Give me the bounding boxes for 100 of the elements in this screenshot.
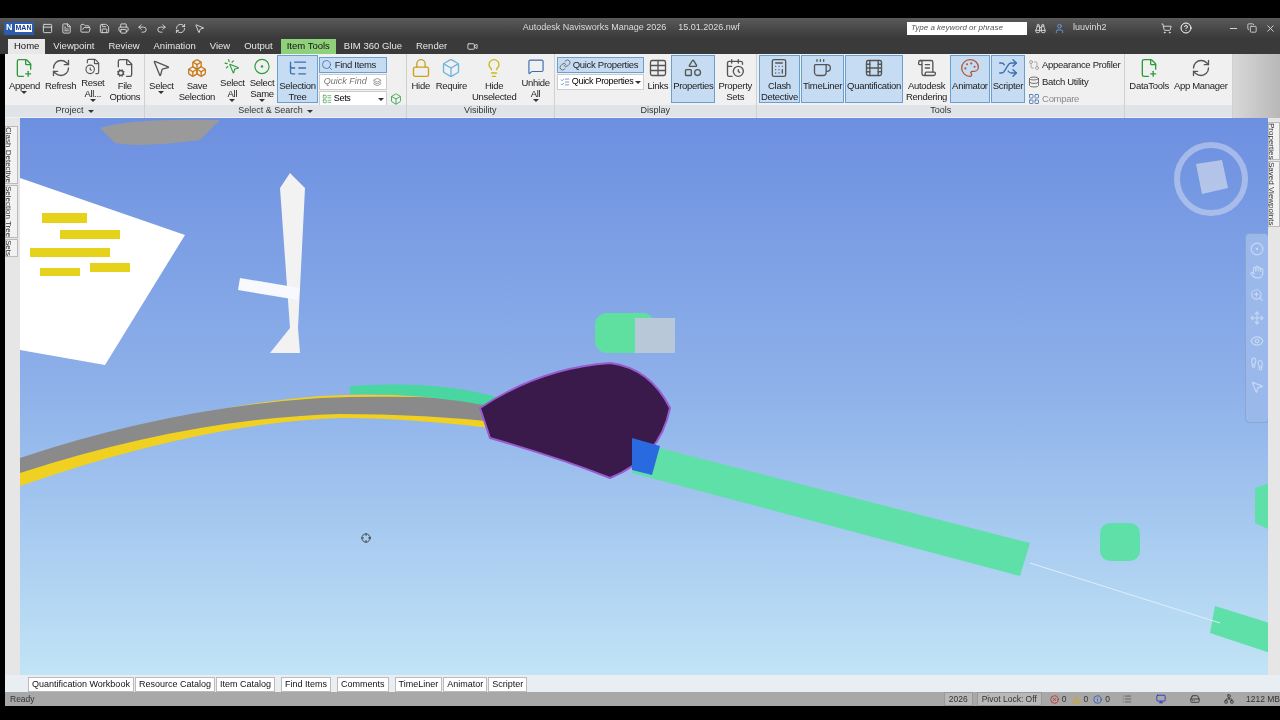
ribbon-button[interactable]: Properties bbox=[671, 55, 716, 103]
close-icon[interactable] bbox=[1265, 22, 1276, 34]
bottom-tab[interactable]: Animator bbox=[443, 677, 488, 692]
ribbon-tab[interactable]: BIM 360 Glue bbox=[337, 39, 408, 54]
file-settings-icon bbox=[114, 58, 135, 78]
app-grid-icon bbox=[1028, 93, 1041, 105]
help-search-field[interactable]: Type a keyword or phrase bbox=[907, 21, 1027, 35]
refresh-icon bbox=[1190, 58, 1211, 78]
ribbon-small-button[interactable]: Find Items bbox=[318, 57, 387, 73]
ribbon-button[interactable]: Require bbox=[433, 55, 469, 103]
ribbon-small-button[interactable]: Appearance Profiler bbox=[1026, 57, 1123, 73]
boxes-icon bbox=[186, 58, 207, 78]
database-icon bbox=[1028, 76, 1041, 88]
ribbon-button[interactable]: Animator bbox=[950, 55, 990, 103]
caret-icon bbox=[377, 97, 384, 101]
info-count: 0 bbox=[1105, 692, 1110, 706]
dock-tab[interactable]: Saved Viewpoints bbox=[1268, 161, 1280, 227]
panel-title[interactable]: Tools bbox=[757, 105, 1125, 117]
print-icon[interactable] bbox=[118, 22, 130, 34]
ribbon-button[interactable]: Links bbox=[645, 55, 671, 103]
bottom-tab[interactable]: Find Items bbox=[280, 677, 331, 692]
layers-icon bbox=[373, 77, 382, 87]
compare-icon bbox=[1028, 59, 1041, 71]
ribbon-button[interactable]: Scripter bbox=[990, 55, 1026, 103]
camera-icon[interactable] bbox=[467, 41, 479, 52]
film-icon bbox=[864, 58, 884, 78]
palette-icon bbox=[959, 58, 980, 78]
ribbon-button[interactable]: Hide bbox=[408, 55, 433, 103]
ribbon-tab[interactable]: View bbox=[203, 39, 237, 54]
ribbon-tab[interactable]: Item Tools bbox=[280, 39, 336, 54]
table-icon bbox=[647, 58, 668, 78]
error-icon bbox=[1049, 694, 1059, 704]
quick-find-field[interactable]: Quick Find bbox=[318, 74, 387, 90]
panel-title[interactable]: Select & Search bbox=[145, 105, 406, 117]
ribbon-tab[interactable]: Home bbox=[8, 39, 46, 54]
ribbon-tab[interactable]: Review bbox=[102, 39, 146, 54]
help-icon[interactable] bbox=[1180, 22, 1192, 34]
save-icon[interactable] bbox=[99, 22, 111, 34]
binoculars-icon[interactable] bbox=[1035, 22, 1046, 34]
ribbon-button[interactable]: Select All bbox=[218, 55, 247, 103]
user-name[interactable]: luuvinh2 bbox=[1073, 21, 1153, 35]
restore-icon[interactable] bbox=[1247, 23, 1257, 33]
dock-tab[interactable]: Sets bbox=[5, 239, 18, 258]
ribbon-tab[interactable]: Render bbox=[409, 39, 454, 54]
cube-icon bbox=[441, 58, 462, 78]
caret-icon bbox=[87, 109, 94, 113]
sync-icon[interactable] bbox=[175, 22, 187, 34]
bottom-tab[interactable]: Resource Catalog bbox=[134, 677, 215, 692]
ribbon-tab[interactable]: Animation bbox=[147, 39, 202, 54]
ribbon-button[interactable]: Save Selection bbox=[176, 55, 218, 103]
ribbon-button[interactable]: TimeLiner bbox=[800, 55, 845, 103]
render-indicator-icon bbox=[1156, 694, 1166, 704]
panel-title[interactable]: Visibility bbox=[406, 105, 554, 117]
panel-title[interactable]: Display bbox=[554, 105, 756, 117]
user-icon[interactable] bbox=[1054, 22, 1065, 34]
panel-title[interactable]: Project bbox=[5, 105, 145, 117]
warning-count: 0 bbox=[1083, 692, 1089, 706]
bottom-tab[interactable]: Scripter bbox=[488, 677, 528, 692]
ribbon-end-panel bbox=[1232, 54, 1280, 118]
dropdown[interactable]: Quick Properties bbox=[556, 74, 645, 90]
ribbon-button[interactable]: Property Sets bbox=[716, 55, 754, 103]
lock-icon bbox=[410, 58, 431, 78]
ribbon-button[interactable]: Clash Detective bbox=[759, 55, 800, 103]
bottom-tab[interactable]: Quantification Workbook bbox=[28, 677, 134, 692]
ribbon-button[interactable]: Select Same bbox=[247, 55, 277, 103]
ribbon-button[interactable]: Hide Unselected bbox=[469, 55, 519, 103]
error-count: 0 bbox=[1061, 692, 1067, 706]
ribbon-button[interactable]: Unhide All bbox=[519, 55, 552, 103]
ribbon-small-button[interactable]: Batch Utility bbox=[1026, 74, 1123, 90]
properties-icon bbox=[559, 77, 570, 87]
pointer-icon[interactable] bbox=[194, 22, 206, 34]
open-folder-icon[interactable] bbox=[80, 22, 92, 34]
bottom-tab[interactable]: TimeLiner bbox=[394, 677, 443, 692]
bottom-tab[interactable]: Comments bbox=[337, 677, 389, 692]
memory-usage: 1212 MB bbox=[1246, 692, 1280, 706]
ribbon-button[interactable]: Autodesk Rendering bbox=[903, 55, 950, 103]
cart-icon[interactable] bbox=[1161, 22, 1172, 34]
new-file-icon[interactable] bbox=[61, 22, 73, 34]
shuffle-icon bbox=[997, 58, 1018, 78]
ribbon-tab[interactable]: Viewpoint bbox=[47, 39, 101, 54]
window-icon[interactable] bbox=[42, 22, 54, 34]
dock-tab[interactable]: Clash Detective bbox=[5, 126, 18, 185]
ribbon-button[interactable]: App Manager bbox=[1171, 55, 1230, 103]
dock-tab[interactable]: Selection Tree bbox=[5, 185, 18, 239]
pointer-icon bbox=[151, 58, 172, 78]
warning-icon bbox=[1071, 694, 1081, 704]
ribbon-button[interactable]: Selection Tree bbox=[277, 55, 318, 103]
redo-icon[interactable] bbox=[156, 22, 168, 34]
ribbon-small-button[interactable]: Quick Properties bbox=[556, 57, 645, 73]
ribbon-button[interactable]: File Options bbox=[107, 55, 143, 103]
ribbon-button[interactable]: Refresh bbox=[42, 55, 79, 103]
ribbon-button[interactable]: DataTools bbox=[1127, 55, 1171, 103]
bottom-tab[interactable]: Item Catalog bbox=[215, 677, 275, 692]
undo-icon[interactable] bbox=[137, 22, 149, 34]
ribbon-button[interactable]: Quantification bbox=[845, 55, 903, 103]
ribbon-button[interactable]: Append bbox=[7, 55, 42, 103]
ribbon-button[interactable]: Select bbox=[147, 55, 176, 103]
dock-tab[interactable]: Properties bbox=[1268, 122, 1280, 161]
ribbon-tab[interactable]: Output bbox=[238, 39, 279, 54]
ribbon-button[interactable]: Reset All... bbox=[79, 55, 107, 103]
